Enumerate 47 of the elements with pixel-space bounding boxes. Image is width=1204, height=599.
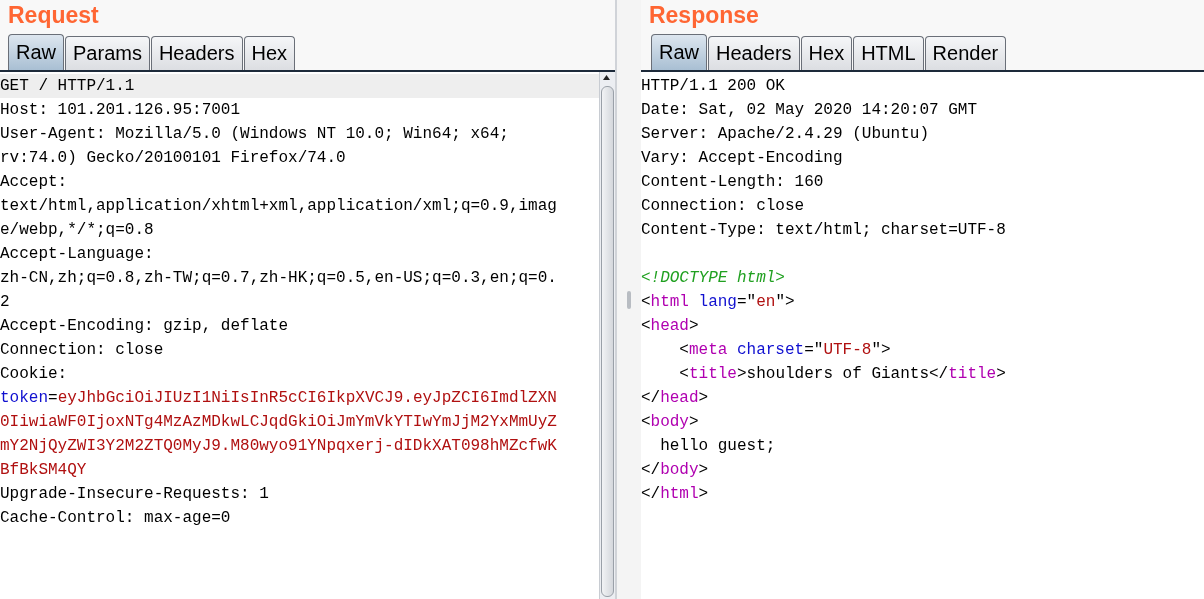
- code-line: hello guest;: [659, 436, 776, 457]
- code-line: Host: 101.201.126.95:7001: [0, 100, 241, 121]
- code-line: <body>: [640, 412, 699, 433]
- code-line: Cookie:: [0, 364, 68, 385]
- code-line: Server: Apache/2.4.29 (Ubuntu): [640, 124, 929, 145]
- code-line: token=eyJhbGciOiJIUzI1NiIsInR5cCI6IkpXVCJ9.eyJpZCI6ImdlZXN: [0, 388, 557, 409]
- code-line: Content-Type: text/html; charset=UTF-8: [640, 220, 1006, 241]
- code-line: mY2NjQyZWI3Y2M2ZTQ0MyJ9.M80wyo91YNpqxerj-dIDkXAT098hMZcfwK: [0, 436, 557, 457]
- tab[interactable]: HTML: [853, 36, 924, 70]
- code-line: Date: Sat, 02 May 2020 14:20:07 GMT: [640, 100, 977, 121]
- panel-title: Response: [647, 1, 759, 30]
- code-line: Upgrade-Insecure-Requests: 1: [0, 484, 269, 505]
- code-line: </head>: [640, 388, 709, 409]
- code-line: Accept-Language:: [0, 244, 154, 265]
- code-line: <head>: [640, 316, 699, 337]
- code-line: BfBkSM4QY: [0, 460, 87, 481]
- code-line: zh-CN,zh;q=0.8,zh-TW;q=0.7,zh-HK;q=0.5,en-US;q=0.3,en;q=0.: [0, 268, 557, 289]
- code-line: 0IiwiaWF0IjoxNTg4MzAzMDkwLCJqdGkiOiJmYmVkYTIwYmJjM2YxMmUyZ: [0, 412, 557, 433]
- code-line: Connection: close: [640, 196, 805, 217]
- tab[interactable]: Hex: [800, 36, 853, 70]
- code-line: <html lang="en">: [640, 292, 795, 313]
- code-line: <title>shoulders of Giants</title>: [678, 364, 1006, 385]
- code-line: Connection: close: [0, 340, 164, 361]
- code-line: Content-Length: 160: [640, 172, 824, 193]
- code-line: 2: [0, 292, 10, 313]
- code-line: <!DOCTYPE html>: [640, 268, 785, 289]
- code-line: </body>: [640, 460, 709, 481]
- code-line: Accept:: [0, 172, 68, 193]
- scrollbar[interactable]: [599, 72, 615, 599]
- tab[interactable]: Params: [65, 36, 150, 70]
- tab[interactable]: Raw: [8, 34, 64, 70]
- code-line: e/webp,*/*;q=0.8: [0, 220, 154, 241]
- code-line: <meta charset="UTF-8">: [678, 340, 891, 361]
- tab[interactable]: Headers: [150, 36, 243, 70]
- code-line: User-Agent: Mozilla/5.0 (Windows NT 10.0; Win64; x64;: [0, 124, 509, 145]
- code-line: rv:74.0) Gecko/20100101 Firefox/74.0: [0, 148, 346, 169]
- code-line: Vary: Accept-Encoding: [640, 148, 843, 169]
- code-line: </html>: [640, 484, 709, 505]
- code-line: Cache-Control: max-age=0: [0, 508, 231, 529]
- panel-title: Request: [7, 1, 99, 30]
- code-line: text/html,application/xhtml+xml,application/xml;q=0.9,imag: [0, 196, 557, 217]
- tab[interactable]: Headers: [707, 36, 800, 70]
- code-line: HTTP/1.1 200 OK: [640, 76, 785, 97]
- tab[interactable]: Hex: [243, 36, 296, 70]
- tab[interactable]: Raw: [650, 34, 707, 70]
- code-line: Accept-Encoding: gzip, deflate: [0, 316, 289, 337]
- tab[interactable]: Render: [924, 36, 1007, 70]
